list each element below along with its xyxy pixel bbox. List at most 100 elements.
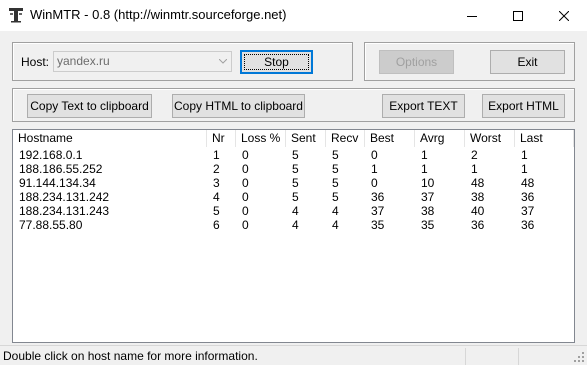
cell-avrg: 38 (421, 204, 435, 218)
cell-best: 35 (371, 218, 385, 232)
cell-worst: 36 (471, 218, 485, 232)
cell-loss: 0 (242, 162, 249, 176)
cell-sent: 4 (292, 204, 299, 218)
column-header-last[interactable]: Last (515, 130, 574, 147)
cell-recv: 5 (332, 176, 339, 190)
cell-loss: 0 (242, 204, 249, 218)
cell-best: 36 (371, 190, 385, 204)
export-text-button-label: Export TEXT (389, 99, 458, 113)
status-text: Double click on host name for more infor… (3, 349, 258, 363)
cell-recv: 4 (332, 218, 339, 232)
maximize-icon (513, 10, 523, 21)
cell-recv: 4 (332, 204, 339, 218)
host-label: Host: (21, 55, 50, 69)
stop-button[interactable]: Stop (240, 50, 313, 74)
results-list[interactable]: Hostname Nr Loss % Sent Recv Best Avrg W… (12, 129, 575, 343)
cell-loss: 0 (242, 218, 249, 232)
cell-best: 1 (371, 162, 378, 176)
cell-worst: 1 (471, 162, 478, 176)
cell-loss: 0 (242, 190, 249, 204)
export-text-button[interactable]: Export TEXT (382, 94, 465, 118)
maximize-button[interactable] (495, 0, 541, 31)
table-row[interactable]: 77.88.55.80 6 0 4 4 35 35 36 36 (13, 218, 574, 232)
close-button[interactable] (541, 0, 587, 31)
cell-avrg: 37 (421, 190, 435, 204)
cell-best: 0 (371, 176, 378, 190)
column-header-loss[interactable]: Loss % (236, 130, 286, 147)
table-row[interactable]: 188.234.131.243 5 0 4 4 37 38 40 37 (13, 204, 574, 218)
options-button[interactable]: Options (379, 50, 454, 74)
column-header-worst[interactable]: Worst (465, 130, 515, 147)
cell-worst: 2 (471, 148, 478, 162)
cell-best: 0 (371, 148, 378, 162)
close-icon (559, 10, 569, 21)
cell-nr: 1 (213, 148, 220, 162)
cell-loss: 0 (242, 176, 249, 190)
cell-hostname[interactable]: 77.88.55.80 (13, 218, 82, 232)
status-pane (518, 348, 568, 365)
cell-last: 36 (521, 218, 535, 232)
cell-best: 37 (371, 204, 385, 218)
cell-nr: 5 (213, 204, 220, 218)
copy-text-button[interactable]: Copy Text to clipboard (27, 94, 152, 118)
copy-text-button-label: Copy Text to clipboard (30, 99, 149, 113)
cell-last: 1 (521, 148, 528, 162)
cell-nr: 3 (213, 176, 220, 190)
cell-sent: 5 (292, 148, 299, 162)
export-html-button-label: Export HTML (488, 99, 559, 113)
cell-nr: 4 (213, 190, 220, 204)
cell-recv: 5 (332, 162, 339, 176)
copy-html-button[interactable]: Copy HTML to clipboard (172, 94, 305, 118)
cell-worst: 48 (471, 176, 485, 190)
cell-loss: 0 (242, 148, 249, 162)
cell-sent: 4 (292, 218, 299, 232)
cell-sent: 5 (292, 190, 299, 204)
cell-avrg: 35 (421, 218, 435, 232)
table-row[interactable]: 91.144.134.34 3 0 5 5 0 10 48 48 (13, 176, 574, 190)
column-header-sent[interactable]: Sent (286, 130, 326, 147)
cell-hostname[interactable]: 188.234.131.242 (13, 190, 109, 204)
cell-avrg: 1 (421, 148, 428, 162)
cell-last: 36 (521, 190, 535, 204)
exit-button[interactable]: Exit (490, 50, 565, 74)
cell-recv: 5 (332, 148, 339, 162)
cell-sent: 5 (292, 162, 299, 176)
minimize-button[interactable] (449, 0, 495, 31)
window-title: WinMTR - 0.8 (http://winmtr.sourceforge.… (30, 7, 287, 22)
column-header-hostname[interactable]: Hostname (13, 130, 207, 147)
host-combobox[interactable]: yandex.ru (53, 51, 232, 72)
table-row[interactable]: 188.186.55.252 2 0 5 5 1 1 1 1 (13, 162, 574, 176)
focus-rect (244, 54, 309, 70)
options-button-label: Options (395, 55, 438, 69)
table-row[interactable]: 192.168.0.1 1 0 5 5 0 1 2 1 (13, 148, 574, 162)
cell-last: 37 (521, 204, 535, 218)
cell-nr: 2 (213, 162, 220, 176)
cell-nr: 6 (213, 218, 220, 232)
chevron-down-icon[interactable] (214, 52, 231, 71)
cell-hostname[interactable]: 188.234.131.243 (13, 204, 109, 218)
column-header-best[interactable]: Best (365, 130, 415, 147)
winmtr-icon (9, 8, 23, 23)
list-header: Hostname Nr Loss % Sent Recv Best Avrg W… (13, 130, 574, 147)
status-pane (465, 348, 518, 365)
cell-last: 48 (521, 176, 535, 190)
export-html-button[interactable]: Export HTML (482, 94, 565, 118)
cell-avrg: 1 (421, 162, 428, 176)
exit-button-label: Exit (517, 55, 538, 69)
cell-hostname[interactable]: 192.168.0.1 (13, 148, 82, 162)
column-header-nr[interactable]: Nr (207, 130, 236, 147)
cell-avrg: 10 (421, 176, 435, 190)
cell-hostname[interactable]: 91.144.134.34 (13, 176, 96, 190)
column-header-recv[interactable]: Recv (326, 130, 365, 147)
resize-grip-icon[interactable] (573, 351, 585, 363)
minimize-icon (467, 15, 477, 17)
host-value: yandex.ru (57, 54, 110, 68)
cell-last: 1 (521, 162, 528, 176)
status-bar: Double click on host name for more infor… (0, 345, 587, 365)
cell-sent: 5 (292, 176, 299, 190)
cell-worst: 38 (471, 190, 485, 204)
cell-hostname[interactable]: 188.186.55.252 (13, 162, 102, 176)
cell-recv: 5 (332, 190, 339, 204)
table-row[interactable]: 188.234.131.242 4 0 5 5 36 37 38 36 (13, 190, 574, 204)
column-header-avrg[interactable]: Avrg (415, 130, 465, 147)
